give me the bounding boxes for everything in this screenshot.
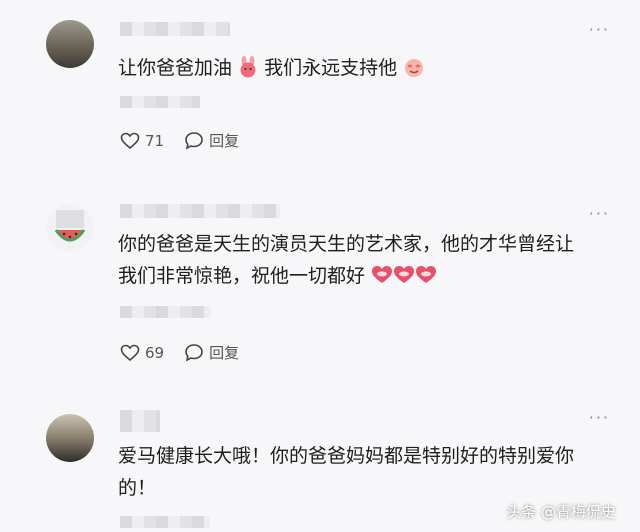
timestamp-mosaic [120,306,210,318]
heart-outline-icon [120,344,140,361]
watermark: 头条 @青梅侃史 [506,501,616,522]
watermark-text: 头条 @青梅侃史 [506,503,616,521]
watermelon-avatar-icon [54,210,86,242]
comment-text-line: 的！ [118,477,157,499]
timestamp-mosaic [120,516,210,528]
comment-actions: 71 回复 [120,130,259,151]
like-button[interactable]: 71 [120,132,164,150]
comment-text-part: 让你爸爸加油 [118,57,233,79]
comment-text: 让你爸爸加油 我们永远支持他 [118,52,520,84]
comment-text-part: 我们永远支持他 [264,57,398,79]
avatar[interactable] [46,20,94,68]
speech-bubble-icon [185,132,203,150]
reply-label: 回复 [209,132,240,150]
like-button[interactable]: 69 [120,344,164,362]
reply-button[interactable]: 回复 [184,342,239,363]
comment-text-line: 爱马健康长大哦！你的爸爸妈妈都是特别好的特别爱你 [118,445,575,467]
bunny-emoji-icon [240,56,256,78]
like-count: 71 [145,131,165,150]
comment-text-part: 我们非常惊艳，祝他一切都好 [118,265,366,287]
more-options-button[interactable]: ··· [589,204,610,223]
comment-text-line: 你的爸爸是天生的演员天生的艺术家，他的才华曾经让 [118,233,575,255]
more-dots-icon: ··· [588,20,610,39]
more-options-button[interactable]: ··· [589,20,610,39]
speech-bubble-icon [185,344,203,362]
heart-lips-emoji-icon [372,266,437,283]
avatar[interactable] [46,204,94,252]
more-dots-icon: ··· [588,204,610,223]
username-mosaic [120,204,280,218]
face-emoji-icon [405,59,424,77]
more-options-button[interactable]: ··· [589,408,610,427]
comment-text: 你的爸爸是天生的演员天生的艺术家，他的才华曾经让 我们非常惊艳，祝他一切都好 [118,228,600,292]
comment-text-line-2: 我们非常惊艳，祝他一切都好 [118,260,600,292]
reply-label: 回复 [209,344,240,362]
comment-text: 爱马健康长大哦！你的爸爸妈妈都是特别好的特别爱你 的！ [118,440,600,504]
heart-outline-icon [120,132,140,149]
username-mosaic [120,410,160,432]
like-count: 69 [145,343,165,362]
avatar[interactable] [46,414,94,462]
username-mosaic [120,22,230,36]
timestamp-mosaic [120,96,200,108]
reply-button[interactable]: 回复 [184,130,239,151]
comment-actions: 69 回复 [120,342,259,363]
more-dots-icon: ··· [588,408,610,427]
